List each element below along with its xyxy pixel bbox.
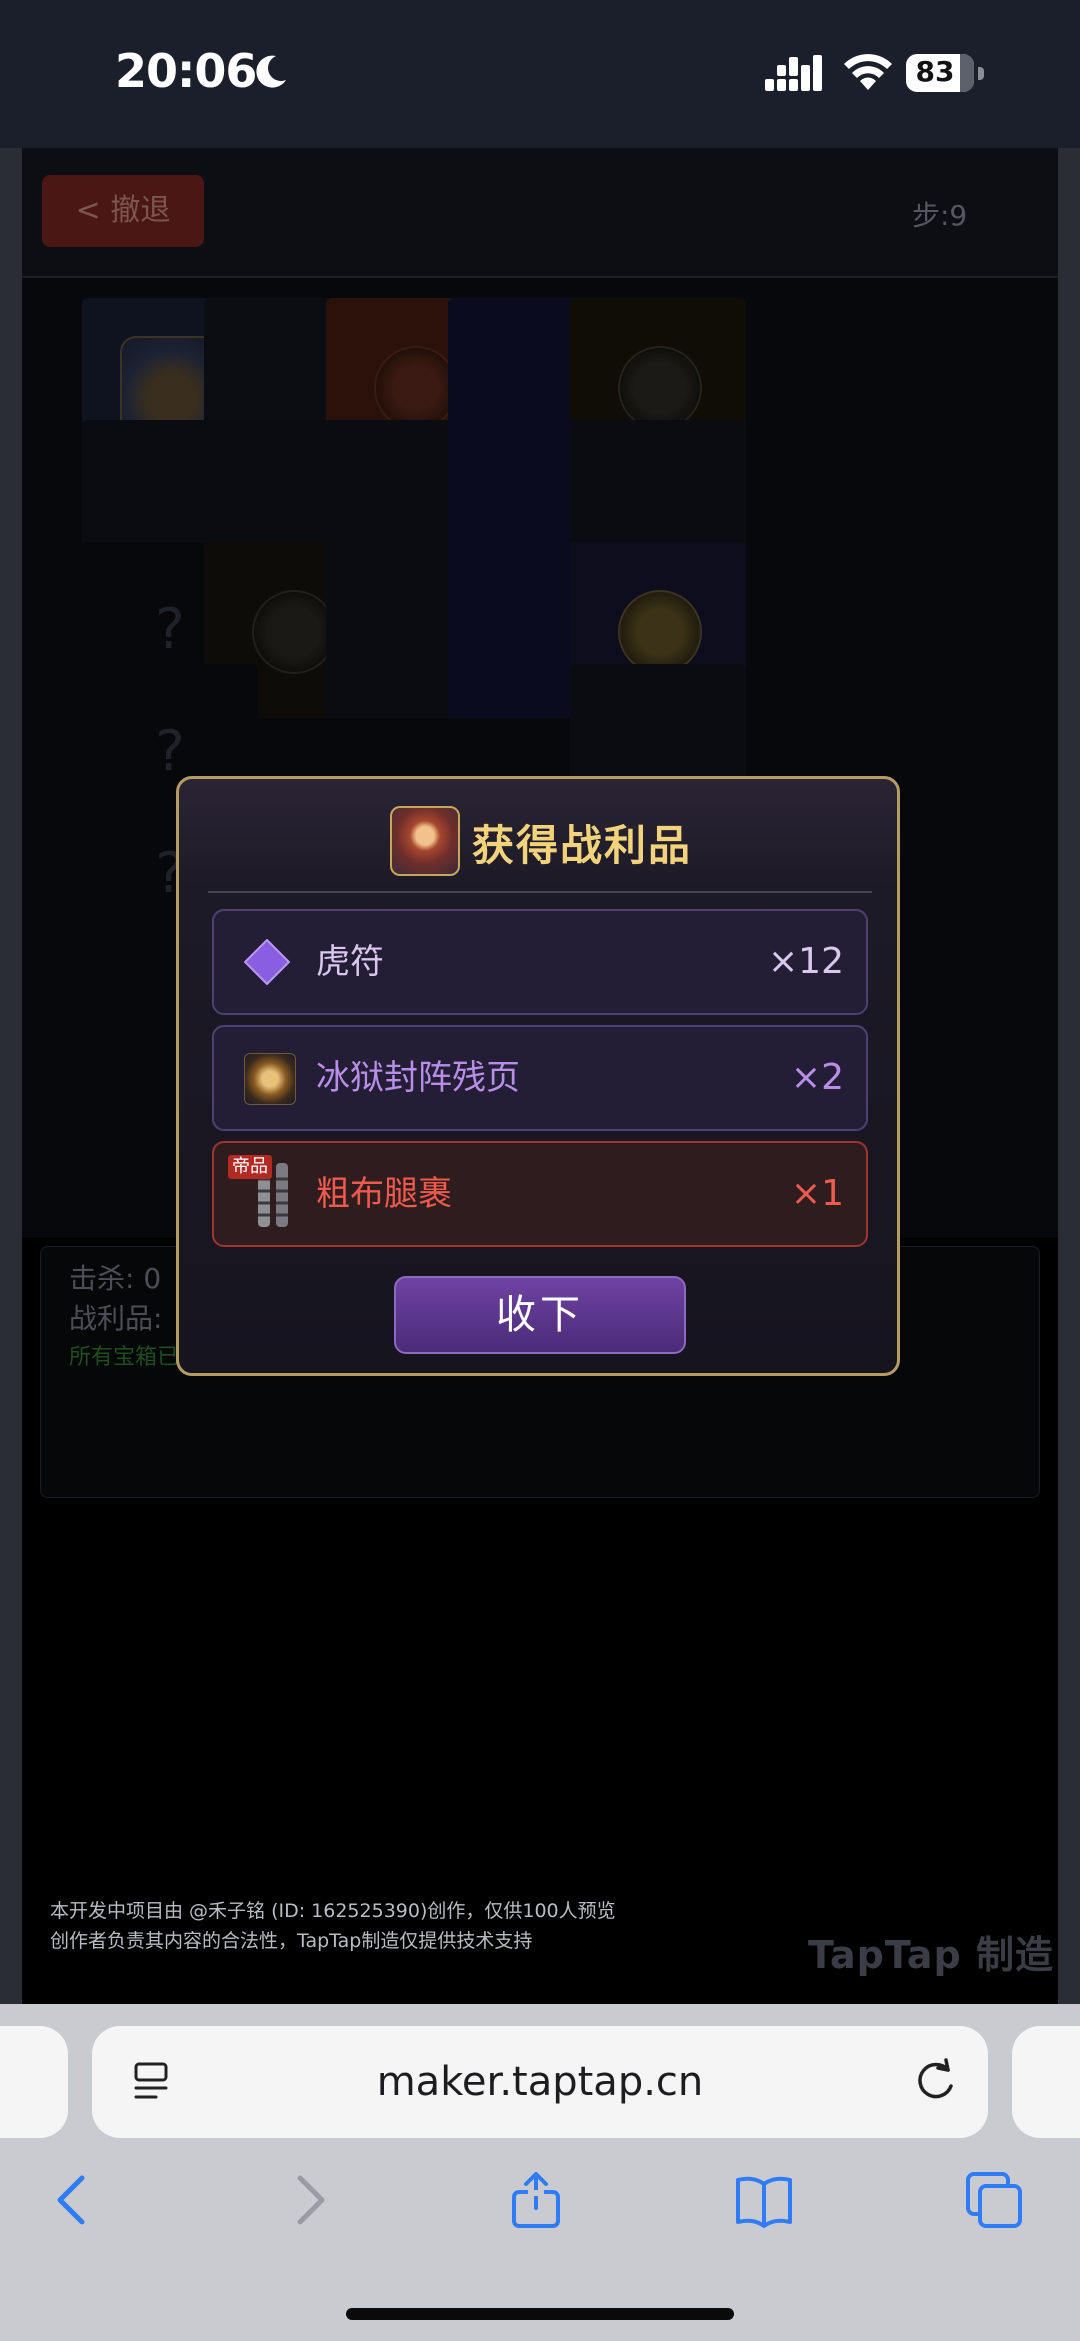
url-text[interactable]: maker.taptap.cn	[92, 2026, 988, 2138]
diamond-icon	[244, 939, 290, 985]
loot-summary: 战利品:	[69, 1302, 163, 1335]
loot-item: 虎符 ×12	[212, 909, 868, 1015]
left-gutter	[0, 148, 22, 2004]
battery-icon: 83	[906, 54, 986, 92]
loot-item: 冰狱封阵残页 ×2	[212, 1025, 868, 1131]
step-counter: 步:9	[912, 199, 968, 232]
rarity-tag: 帝品	[228, 1155, 272, 1179]
home-indicator	[346, 2308, 734, 2320]
taptap-watermark: TapTap 制造	[808, 1933, 1054, 1977]
loot-item-qty: ×12	[768, 941, 844, 982]
dialog-divider	[208, 891, 872, 893]
loot-item-qty: ×1	[790, 1173, 844, 1214]
loot-item-qty: ×2	[790, 1057, 844, 1098]
loot-item-name: 粗布腿裹	[316, 1174, 452, 1214]
next-tab-pill[interactable]	[1012, 2026, 1080, 2138]
battle-emblem-icon	[374, 346, 458, 430]
cellular-signal-icon	[765, 55, 822, 91]
preview-notice-line1: 本开发中项目由 @禾子铭 (ID: 162525390)创作，仅供100人预览	[50, 1900, 616, 1922]
status-time: 20:06	[115, 44, 257, 98]
kill-count: 击杀: 0	[69, 1262, 162, 1295]
loot-item-name: 冰狱封阵残页	[316, 1058, 520, 1098]
bookmarks-icon[interactable]	[734, 2170, 794, 2230]
retreat-button[interactable]: < 撤退	[42, 175, 204, 247]
preview-notice-line2: 创作者负责其内容的合法性，TapTap制造仅提供技术支持	[50, 1930, 533, 1952]
loot-item: 帝品 粗布腿裹 ×1	[212, 1141, 868, 1247]
battery-level: 83	[915, 55, 955, 88]
scroll-icon	[244, 1053, 296, 1105]
chest-emblem-icon	[252, 590, 336, 674]
page-menu-icon[interactable]	[132, 2060, 174, 2104]
forward-icon[interactable]	[278, 2170, 338, 2230]
back-icon[interactable]	[44, 2170, 104, 2230]
hero-portrait-icon	[390, 806, 460, 876]
chest-emblem-icon	[618, 346, 702, 430]
moon-icon	[256, 55, 286, 88]
tabs-icon[interactable]	[964, 2170, 1024, 2230]
right-gutter	[1058, 148, 1080, 2004]
treasure-chest-icon	[618, 590, 702, 674]
wifi-icon	[844, 54, 892, 90]
collect-button[interactable]: 收下	[394, 1276, 686, 1354]
dialog-title: 获得战利品	[472, 821, 693, 870]
share-icon[interactable]	[506, 2170, 566, 2230]
reload-icon[interactable]	[910, 2056, 960, 2106]
loot-item-name: 虎符	[316, 942, 384, 982]
previous-tab-pill[interactable]	[0, 2026, 68, 2138]
